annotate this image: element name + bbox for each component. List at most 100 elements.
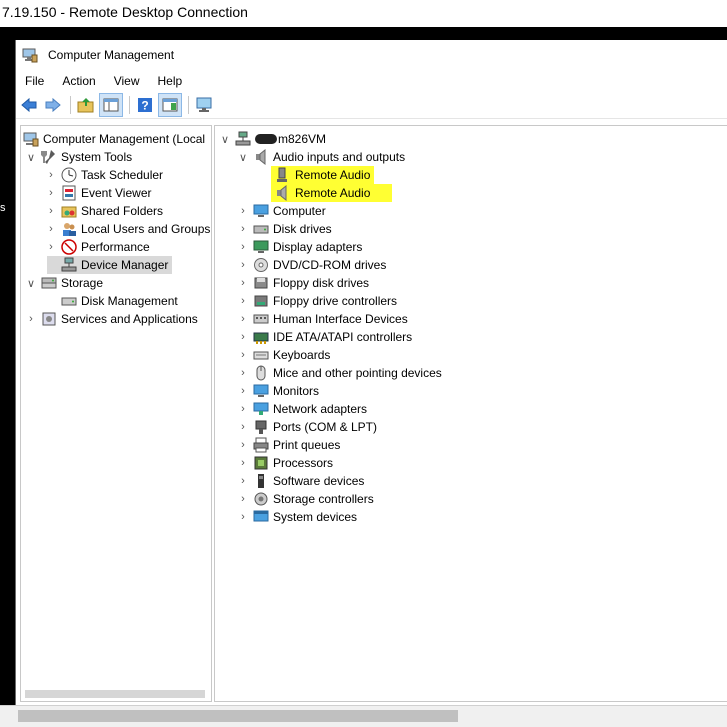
ide-controller-icon xyxy=(253,329,269,345)
device-label: Storage controllers xyxy=(273,492,374,506)
tree-item-shared-folders[interactable]: › Shared Folders xyxy=(45,202,163,220)
up-folder-icon[interactable] xyxy=(75,94,97,116)
properties-icon[interactable] xyxy=(158,93,182,117)
rdp-title-bar: 7.19.150 - Remote Desktop Connection xyxy=(0,0,727,27)
device-remote-audio-1[interactable]: Remote Audio xyxy=(271,166,375,184)
chevron-right-icon[interactable]: › xyxy=(237,328,249,346)
device-category-item[interactable]: › Storage controllers xyxy=(237,490,374,508)
menu-view[interactable]: View xyxy=(105,74,149,88)
tree-horizontal-scrollbar[interactable] xyxy=(25,690,205,698)
device-category-item[interactable]: › System devices xyxy=(237,508,357,526)
tree-label: Shared Folders xyxy=(81,204,164,218)
device-category-item[interactable]: › Display adapters xyxy=(237,238,362,256)
chevron-right-icon[interactable]: › xyxy=(45,166,57,184)
chevron-right-icon[interactable]: › xyxy=(237,274,249,292)
chevron-down-icon[interactable]: ∨ xyxy=(237,148,249,166)
rdp-horizontal-scrollbar[interactable] xyxy=(0,705,727,727)
chevron-right-icon[interactable]: › xyxy=(237,400,249,418)
tree-item-root[interactable]: Computer Management (Local xyxy=(21,130,205,148)
device-category-item[interactable]: › Ports (COM & LPT) xyxy=(237,418,377,436)
toolbar-separator xyxy=(70,96,71,114)
tree-item-performance[interactable]: › Performance xyxy=(45,238,150,256)
chevron-right-icon[interactable]: › xyxy=(45,184,57,202)
software-device-icon xyxy=(253,473,269,489)
tree-item-device-manager[interactable]: Device Manager xyxy=(47,256,173,274)
device-category-item[interactable]: › Floppy drive controllers xyxy=(237,292,397,310)
device-category-item[interactable]: › Keyboards xyxy=(237,346,330,364)
users-icon xyxy=(61,221,77,237)
forward-icon[interactable] xyxy=(42,94,64,116)
device-label: System devices xyxy=(273,510,358,524)
chevron-right-icon[interactable]: › xyxy=(237,364,249,382)
chevron-right-icon[interactable]: › xyxy=(237,346,249,364)
show-hide-tree-icon[interactable] xyxy=(99,93,123,117)
chevron-right-icon[interactable]: › xyxy=(237,454,249,472)
floppy-drive-icon xyxy=(253,275,269,291)
tree-item-task-scheduler[interactable]: › Task Scheduler xyxy=(45,166,163,184)
chevron-down-icon[interactable]: ∨ xyxy=(25,274,37,292)
menu-help[interactable]: Help xyxy=(149,74,192,88)
speaker-icon xyxy=(253,148,269,166)
tree-item-system-tools[interactable]: ∨ System Tools xyxy=(25,148,132,166)
device-category-item[interactable]: › Human Interface Devices xyxy=(237,310,408,328)
mouse-icon xyxy=(253,365,269,381)
device-label: DVD/CD-ROM drives xyxy=(273,258,387,272)
back-icon[interactable] xyxy=(18,94,40,116)
chevron-right-icon[interactable]: › xyxy=(237,310,249,328)
tree-item-event-viewer[interactable]: › Event Viewer xyxy=(45,184,151,202)
tools-icon xyxy=(41,149,57,165)
device-category-item[interactable]: › Print queues xyxy=(237,436,340,454)
tree-item-services[interactable]: › Services and Applications xyxy=(25,310,198,328)
chevron-right-icon[interactable]: › xyxy=(237,202,249,220)
scrollbar-thumb[interactable] xyxy=(18,710,458,722)
device-category-item[interactable]: › IDE ATA/ATAPI controllers xyxy=(237,328,412,346)
device-category-item[interactable]: › Mice and other pointing devices xyxy=(237,364,442,382)
device-label: Remote Audio xyxy=(295,186,371,200)
chevron-right-icon[interactable]: › xyxy=(237,436,249,454)
device-category-audio[interactable]: ∨ Audio inputs and outputs xyxy=(237,148,405,166)
device-category-item[interactable]: › Network adapters xyxy=(237,400,367,418)
chevron-right-icon[interactable]: › xyxy=(237,382,249,400)
chevron-right-icon[interactable]: › xyxy=(237,508,249,526)
menu-file[interactable]: File xyxy=(16,74,53,88)
device-category-item[interactable]: › Processors xyxy=(237,454,333,472)
computer-icon xyxy=(253,203,269,219)
device-category-item[interactable]: › Disk drives xyxy=(237,220,332,238)
device-manager-icon xyxy=(61,257,77,273)
chevron-right-icon[interactable]: › xyxy=(237,418,249,436)
chevron-right-icon[interactable]: › xyxy=(45,202,57,220)
window-title: Computer Management xyxy=(48,48,175,62)
storage-icon xyxy=(41,275,57,291)
chevron-right-icon[interactable]: › xyxy=(237,238,249,256)
chevron-right-icon[interactable]: › xyxy=(25,310,37,328)
device-root[interactable]: ∨ m826VM xyxy=(219,130,326,148)
tree-label: Task Scheduler xyxy=(81,168,164,182)
chevron-right-icon[interactable]: › xyxy=(237,220,249,238)
window-title-bar: Computer Management xyxy=(16,40,727,70)
monitor-icon[interactable] xyxy=(193,94,215,116)
network-adapter-icon xyxy=(253,401,269,417)
menu-action[interactable]: Action xyxy=(53,74,104,88)
chevron-right-icon[interactable]: › xyxy=(237,472,249,490)
device-category-item[interactable]: › Computer xyxy=(237,202,326,220)
chevron-right-icon[interactable]: › xyxy=(45,238,57,256)
tree-item-local-users[interactable]: › Local Users and Groups xyxy=(45,220,210,238)
chevron-down-icon[interactable]: ∨ xyxy=(219,130,231,148)
device-remote-audio-2[interactable]: Remote Audio xyxy=(271,184,393,202)
chevron-right-icon[interactable]: › xyxy=(237,292,249,310)
clock-icon xyxy=(61,167,77,183)
computer-name: m826VM xyxy=(278,132,327,146)
dvd-drive-icon xyxy=(253,257,269,273)
help-icon[interactable]: ? xyxy=(134,94,156,116)
chevron-right-icon[interactable]: › xyxy=(45,220,57,238)
tree-item-storage[interactable]: ∨ Storage xyxy=(25,274,103,292)
tree-item-disk-management[interactable]: Disk Management xyxy=(57,292,178,310)
chevron-right-icon[interactable]: › xyxy=(237,490,249,508)
device-category-item[interactable]: › DVD/CD-ROM drives xyxy=(237,256,386,274)
chevron-right-icon[interactable]: › xyxy=(237,256,249,274)
device-category-item[interactable]: › Monitors xyxy=(237,382,319,400)
device-label: Disk drives xyxy=(273,222,332,236)
chevron-down-icon[interactable]: ∨ xyxy=(25,148,37,166)
device-category-item[interactable]: › Floppy disk drives xyxy=(237,274,369,292)
device-category-item[interactable]: › Software devices xyxy=(237,472,364,490)
